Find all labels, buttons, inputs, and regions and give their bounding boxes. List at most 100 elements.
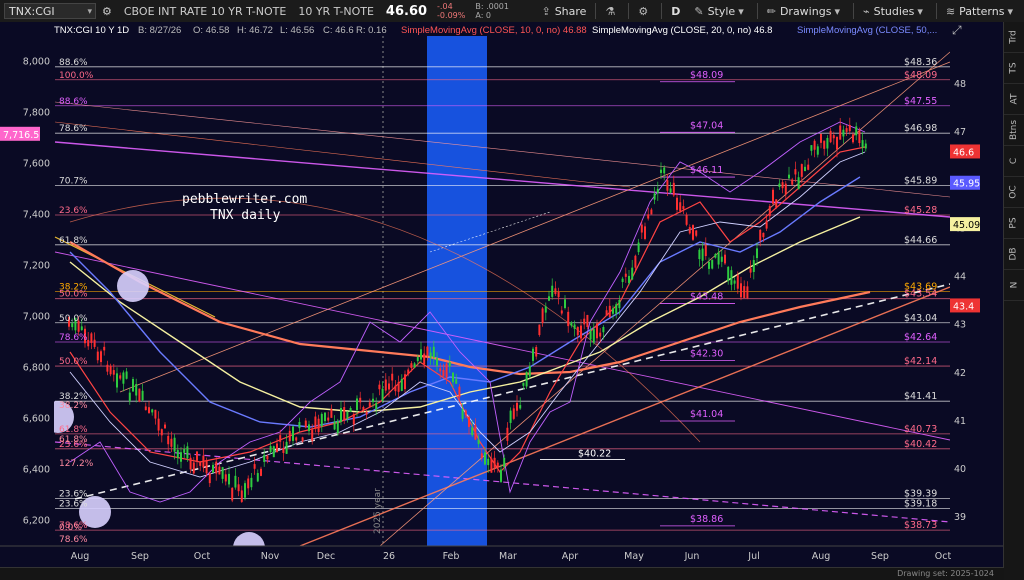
x-axis-tick: Jul [747, 551, 759, 562]
candle-body [141, 390, 144, 401]
fib-extra-label: 38.2% [59, 401, 88, 411]
candle-body [506, 427, 509, 441]
candle-body [714, 254, 717, 258]
candle-body [685, 214, 688, 225]
candle-body [519, 405, 522, 409]
candle-body [420, 349, 422, 360]
candle-body [218, 466, 221, 475]
level-label: $45.89 [904, 176, 937, 187]
studies-button[interactable]: ⌁ Studies ▾ [856, 5, 934, 18]
studies-label: Studies [873, 4, 915, 18]
candle-body [474, 424, 477, 440]
gear-icon[interactable]: ⚙ [96, 5, 118, 18]
candle-body [167, 435, 170, 445]
level-label: $44.66 [904, 235, 937, 246]
candle-body [848, 124, 851, 132]
candle-body [717, 252, 720, 265]
level-label: $39.18 [904, 498, 937, 509]
fib-label: 78.6% [59, 333, 88, 343]
candle-body [477, 439, 480, 445]
tab-db[interactable]: DB [1004, 239, 1024, 270]
candle-body [602, 327, 605, 333]
candle-body [695, 230, 698, 236]
pencil-icon: ✏ [766, 4, 776, 18]
tab-ts[interactable]: TS [1004, 53, 1024, 84]
expand-icon[interactable]: ⤢ [951, 23, 962, 37]
candle-body [148, 407, 150, 413]
candle-body [90, 333, 93, 343]
x-axis-tick: Dec [317, 551, 335, 562]
candle-body [608, 305, 611, 318]
settings-button[interactable]: ⚙ [631, 5, 659, 18]
candle-body [570, 322, 573, 326]
tab-oc[interactable]: OC [1004, 177, 1024, 208]
candle-body [199, 462, 202, 466]
x-axis-tick: Mar [499, 551, 517, 562]
x-axis-tick: Oct [194, 551, 211, 562]
candle-body [583, 318, 586, 325]
level-label: $42.64 [904, 332, 937, 343]
period-button[interactable]: D [664, 5, 687, 18]
price-chart[interactable]: 8,000 7,800 7,600 7,400 7,200 7,000 6,800 6,600… [0, 22, 1024, 580]
level-label: $40.42 [904, 439, 937, 450]
tab-trd[interactable]: Trd [1004, 22, 1024, 53]
status-bar: Drawing set: 2025-1024 [0, 567, 1004, 580]
candle-body [637, 242, 640, 253]
candle-body [832, 135, 835, 139]
candle-body [711, 259, 714, 269]
candle-body [320, 413, 323, 427]
candle-body [416, 357, 419, 362]
candle-body [618, 299, 621, 309]
candle-body [128, 392, 131, 402]
candle-body [340, 408, 342, 422]
candle-body [580, 325, 582, 339]
drawings-button[interactable]: ✏ Drawings ▾ [760, 5, 851, 18]
chevron-down-icon: ▾ [87, 7, 92, 17]
candle-body [423, 353, 426, 365]
candle-body [493, 457, 496, 468]
level-label: $43.04 [904, 313, 937, 324]
tab-n[interactable]: N [1004, 270, 1024, 301]
candle-body [80, 326, 83, 330]
candle-body [746, 286, 749, 299]
candle-body [231, 487, 234, 501]
candle-body [634, 255, 637, 268]
candle-body [151, 409, 154, 413]
tab-btns[interactable]: Btns [1004, 115, 1024, 146]
candle-body [343, 407, 346, 420]
candle-body [164, 424, 166, 429]
candle-body [640, 224, 643, 233]
level-label: $43.54 [904, 289, 937, 300]
candle-body [122, 372, 125, 384]
candle-body [327, 417, 330, 421]
share-button[interactable]: ⇪ Share [534, 5, 593, 18]
x-axis-tick: May [624, 551, 644, 562]
right-sidebar: Trd TS AT Btns C OC PS DB N [1003, 22, 1024, 580]
candle-body [404, 374, 406, 390]
style-button[interactable]: ✎ Style ▾ [687, 5, 754, 18]
tab-ps[interactable]: PS [1004, 208, 1024, 239]
flask-button[interactable]: ⚗ [598, 5, 626, 18]
candle-body [797, 177, 800, 190]
tab-label: TS [1009, 62, 1019, 74]
candle-body [292, 426, 294, 441]
candle-body [314, 416, 317, 429]
candle-body [186, 446, 189, 459]
candle-body [336, 420, 339, 434]
level-label: $42.14 [904, 356, 937, 367]
tab-c[interactable]: C [1004, 146, 1024, 177]
x-axis-tick: Sep [131, 551, 149, 562]
tab-label: AT [1009, 93, 1019, 105]
candle-body [672, 182, 675, 196]
candle-body [647, 214, 650, 219]
candle-body [615, 304, 618, 314]
candle-body [791, 179, 794, 185]
candle-body [352, 413, 355, 425]
candle-body [250, 477, 253, 488]
candle-body [487, 458, 490, 466]
level-label: $48.09 [904, 70, 937, 81]
patterns-button[interactable]: ≋ Patterns ▾ [939, 5, 1024, 18]
chart-header: TNX:CGI 10 Y 1D B: 8/27/26 O: 46.58 H: 4… [52, 22, 958, 36]
tab-at[interactable]: AT [1004, 84, 1024, 115]
symbol-input[interactable]: TNX:CGI ▾ [4, 3, 96, 19]
